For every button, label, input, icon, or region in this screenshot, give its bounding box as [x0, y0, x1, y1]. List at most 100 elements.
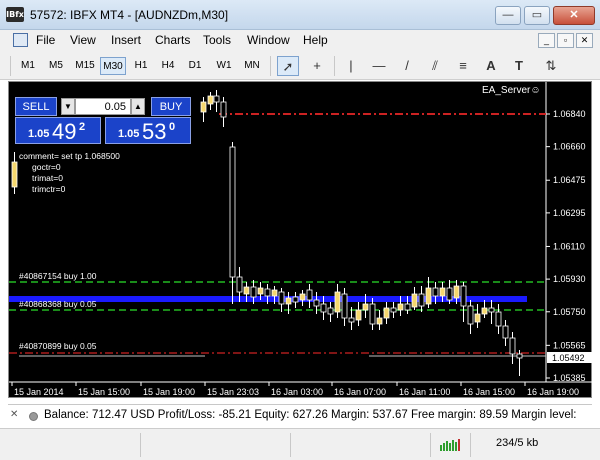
menu-bar: File View Insert Charts Tools Window Hel…: [0, 30, 600, 51]
sell-button[interactable]: SELL: [15, 97, 57, 116]
minimize-button[interactable]: —: [495, 6, 521, 25]
mdi-restore-button[interactable]: ▫: [557, 33, 574, 48]
window-title: 57572: IBFX MT4 - [AUDNZDm,M30]: [30, 8, 229, 22]
time-tick-label: 16 Jan 11:00: [399, 387, 450, 397]
bull-candle: [285, 297, 292, 305]
timeframe-h4[interactable]: H4: [157, 57, 179, 75]
lot-increase-button[interactable]: ▲: [131, 98, 145, 115]
maximize-button[interactable]: ▭: [524, 6, 550, 25]
bear-candle: [236, 276, 243, 293]
bull-candle: [362, 303, 369, 311]
trendline-icon[interactable]: /: [396, 56, 418, 76]
bear-candle: [488, 307, 495, 313]
menu-file[interactable]: File: [36, 33, 55, 47]
close-button[interactable]: ✕: [553, 6, 595, 25]
price-tick-label: 1.05930: [553, 274, 586, 284]
buy-button[interactable]: BUY: [151, 97, 191, 116]
bull-candle: [299, 293, 306, 301]
balance-icon: [29, 412, 38, 421]
bear-candle: [292, 296, 299, 303]
mdi-close-button[interactable]: ✕: [576, 33, 593, 48]
title-bar: IBfx 57572: IBFX MT4 - [AUDNZDm,M30] — ▭…: [0, 0, 600, 30]
menu-insert[interactable]: Insert: [111, 33, 141, 47]
terminal-panel: ✕ Balance: 712.47 USD Profit/Loss: -85.2…: [8, 404, 592, 426]
comment-line: goctr=0: [32, 162, 61, 172]
bear-candle: [306, 289, 313, 301]
bear-candle: [278, 291, 285, 305]
bear-candle: [495, 311, 502, 327]
order-label: #40868368 buy 0.05: [19, 299, 97, 309]
status-separator: [290, 433, 291, 457]
timeframe-mn[interactable]: MN: [240, 57, 264, 75]
timeframe-d1[interactable]: D1: [184, 57, 206, 75]
bid-price-pips: 49: [52, 119, 77, 144]
arrows-icon[interactable]: ⇅: [536, 56, 566, 76]
menu-window[interactable]: Window: [247, 33, 290, 47]
bull-candle: [397, 303, 404, 311]
equidistant-channel-icon[interactable]: ⫽: [424, 56, 446, 76]
timeframe-m15[interactable]: M15: [72, 57, 98, 75]
toolbar-grip: [10, 56, 11, 76]
bear-candle: [467, 305, 474, 325]
bear-candle: [327, 307, 334, 315]
menu-view[interactable]: View: [70, 33, 96, 47]
crosshair-icon[interactable]: +: [306, 56, 328, 76]
time-tick-label: 16 Jan 07:00: [334, 387, 386, 397]
bear-candle: [432, 287, 439, 297]
text-label-icon[interactable]: T: [508, 56, 530, 76]
timeframe-m30[interactable]: M30: [100, 57, 126, 75]
vertical-line-icon[interactable]: |: [340, 56, 362, 76]
time-tick-label: 16 Jan 19:00: [527, 387, 579, 397]
menu-tools[interactable]: Tools: [203, 33, 231, 47]
toolbar: M1 M5 M15 M30 H1 H4 D1 W1 MN ➚ + | — / ⫽…: [0, 51, 600, 80]
bear-candle: [348, 317, 355, 323]
ea-server-label: EA_Server☺: [482, 85, 541, 96]
bull-candle: [383, 307, 390, 319]
text-icon[interactable]: A: [480, 56, 502, 76]
time-tick-label: 15 Jan 23:03: [207, 387, 259, 397]
bull-candle: [355, 309, 362, 321]
price-tick-label: 1.06660: [553, 142, 586, 152]
timeframe-w1[interactable]: W1: [212, 57, 236, 75]
bear-candle: [404, 303, 411, 311]
sell-price-button[interactable]: 1.05 49 2: [15, 117, 101, 144]
order-label: #40867154 buy 1.00: [19, 271, 97, 281]
bull-candle: [334, 291, 341, 313]
cursor-icon[interactable]: ➚: [277, 56, 299, 76]
traffic-indicator: 234/5 kb: [496, 437, 539, 449]
lot-size-input[interactable]: [75, 98, 131, 115]
bear-candle: [509, 337, 516, 355]
lot-decrease-button[interactable]: ▼: [61, 98, 75, 115]
buy-price-button[interactable]: 1.05 53 0: [105, 117, 191, 144]
mdi-minimize-button[interactable]: _: [538, 33, 555, 48]
comment-line: comment= set tp 1.068500: [19, 151, 120, 161]
timeframe-m1[interactable]: M1: [17, 57, 39, 75]
chart-window-icon[interactable]: [13, 33, 28, 47]
time-tick-label: 16 Jan 15:00: [463, 387, 515, 397]
menu-charts[interactable]: Charts: [155, 33, 190, 47]
bull-candle: [271, 289, 278, 297]
terminal-close-button[interactable]: ✕: [10, 409, 18, 420]
fibonacci-icon[interactable]: ≡: [452, 56, 474, 76]
time-tick-label: 15 Jan 15:00: [78, 387, 130, 397]
horizontal-line-icon[interactable]: —: [368, 56, 390, 76]
bear-candle: [320, 303, 327, 313]
bull-candle: [243, 286, 250, 295]
comment-line: trimat=0: [32, 173, 63, 183]
order-label: #40870899 buy 0.05: [19, 341, 97, 351]
bear-candle: [264, 288, 271, 297]
ask-price-fraction: 0: [169, 121, 176, 133]
bear-candle: [341, 293, 348, 319]
bear-candle: [220, 101, 227, 118]
status-bar: 234/5 kb: [0, 428, 600, 460]
timeframe-h1[interactable]: H1: [130, 57, 152, 75]
bear-candle: [313, 299, 320, 307]
time-tick-label: 16 Jan 03:00: [271, 387, 323, 397]
price-tick-label: 1.06840: [553, 109, 586, 119]
toolbar-separator: [270, 56, 271, 76]
bid-price-prefix: 1.05: [28, 128, 50, 140]
bear-candle: [446, 287, 453, 301]
timeframe-m5[interactable]: M5: [44, 57, 68, 75]
account-summary: Balance: 712.47 USD Profit/Loss: -85.21 …: [44, 409, 577, 421]
menu-help[interactable]: Help: [303, 33, 328, 47]
